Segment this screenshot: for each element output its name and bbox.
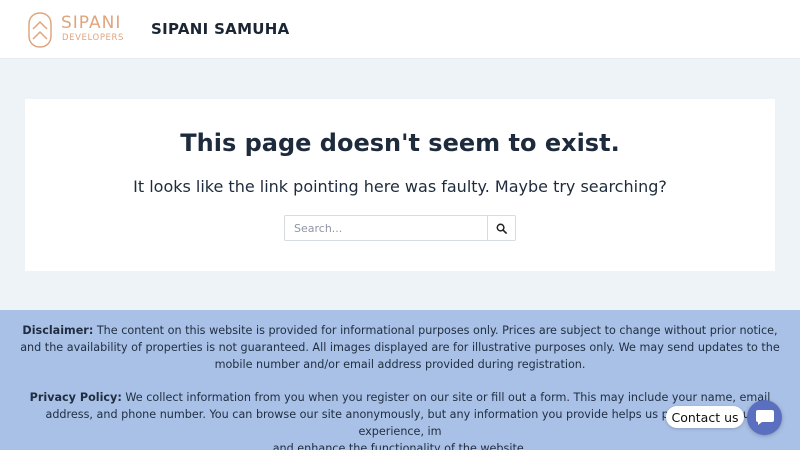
chat-icon xyxy=(755,410,774,425)
privacy-label: Privacy Policy: xyxy=(29,391,122,404)
not-found-card: This page doesn't seem to exist. It look… xyxy=(25,99,775,271)
page-subtitle: It looks like the link pointing here was… xyxy=(133,177,667,196)
site-header: SIPANI DEVELOPERS SIPANI SAMUHA xyxy=(0,0,800,59)
search-input[interactable] xyxy=(285,216,489,240)
disclaimer-body: The content on this website is provided … xyxy=(20,324,780,371)
site-title-link[interactable]: SIPANI SAMUHA xyxy=(151,20,290,38)
privacy-body: We collect information from you when you… xyxy=(45,391,771,438)
logo-wordmark: SIPANI xyxy=(61,13,122,33)
page-title: This page doesn't seem to exist. xyxy=(180,129,620,157)
site-footer: Disclaimer: The content on this website … xyxy=(0,310,800,450)
sipani-logo-icon xyxy=(28,12,52,48)
contact-us-label[interactable]: Contact us xyxy=(666,406,744,428)
search-button[interactable] xyxy=(487,216,515,240)
site-logo[interactable]: SIPANI DEVELOPERS xyxy=(28,12,140,48)
privacy-tail: and enhance the functionality of the web… xyxy=(272,442,528,450)
search-icon xyxy=(496,223,507,234)
disclaimer-label: Disclaimer: xyxy=(22,324,94,337)
logo-subtitle: DEVELOPERS xyxy=(62,33,125,43)
disclaimer-text: Disclaimer: The content on this website … xyxy=(20,322,780,373)
search-form xyxy=(284,215,516,241)
contact-chat-button[interactable] xyxy=(747,400,782,435)
